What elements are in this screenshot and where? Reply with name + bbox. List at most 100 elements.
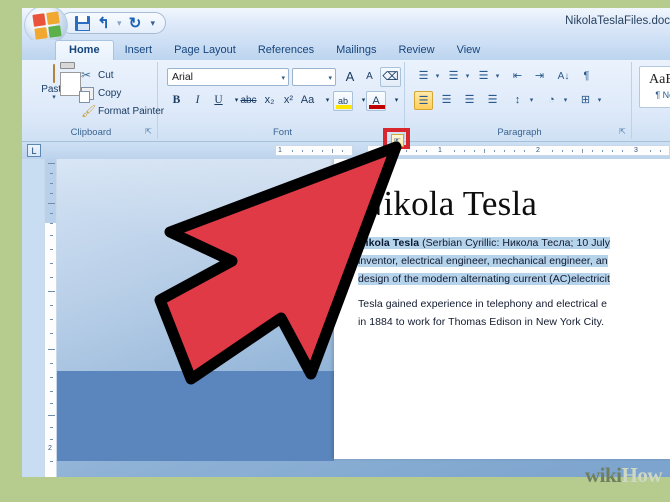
ruler-page-section[interactable]: 1 2 3 <box>367 145 670 156</box>
customize-qat-caret[interactable]: ▾ <box>151 18 156 29</box>
ribbon-group-styles: AaBbC ¶ Norm <box>635 62 670 139</box>
shading-caret[interactable]: ▾ <box>561 91 570 110</box>
cut-button[interactable]: ✂ Cut <box>81 69 114 82</box>
font-name-caret[interactable]: ▾ <box>281 74 285 82</box>
word-application-window: ↰ ▾ ↻ ▾ NikolaTeslaFiles.doc Home Insert… <box>22 8 670 477</box>
document-workspace[interactable]: Nikola Tesla Nikola Tesla (Serbian Cyril… <box>57 159 670 477</box>
font-color-bar <box>369 105 385 109</box>
document-paragraph-2-line1-row[interactable]: Tesla gained experience in telephony and… <box>358 296 670 312</box>
show-formatting-marks-button[interactable]: ¶ <box>577 67 596 86</box>
tab-page-layout[interactable]: Page Layout <box>163 41 247 60</box>
numbering-caret[interactable]: ▾ <box>463 67 472 86</box>
watermark-wiki: wiki <box>584 463 622 487</box>
align-center-button[interactable]: ☰ <box>437 91 456 110</box>
paragraph-1-line-2: inventor, electrical engineer, mechanica… <box>358 255 608 267</box>
style-normal-preview[interactable]: AaBbC ¶ Norm <box>639 66 670 108</box>
paragraph-2-line-2: in 1884 to work for Thomas Edison in New… <box>358 316 605 328</box>
align-left-button[interactable]: ☰ <box>414 91 433 110</box>
scissors-icon: ✂ <box>81 68 92 82</box>
paragraph-1-line-1: (Serbian Cyrillic: Никола Тесла; 10 July <box>419 237 611 249</box>
tab-stop-selector[interactable]: L <box>27 144 41 157</box>
line-spacing-button[interactable]: ↕ <box>508 91 527 110</box>
font-dialog-launcher-highlight-box: ⇱ <box>383 128 410 149</box>
clipboard-group-label: Clipboard <box>70 127 112 138</box>
decrease-indent-button[interactable]: ⇤ <box>508 67 527 86</box>
copy-icon <box>79 87 94 103</box>
multilevel-caret[interactable]: ▾ <box>493 67 502 86</box>
document-page[interactable]: Nikola Tesla Nikola Tesla (Serbian Cyril… <box>334 159 670 459</box>
undo-icon[interactable]: ↰ <box>96 16 111 31</box>
tab-insert[interactable]: Insert <box>114 41 164 60</box>
copy-button[interactable]: Copy <box>79 87 122 103</box>
vertical-ruler[interactable]: 2 <box>44 159 57 477</box>
clipboard-dialog-launcher[interactable]: ⇱ <box>143 126 154 137</box>
bullets-caret[interactable]: ▾ <box>433 67 442 86</box>
tab-view[interactable]: View <box>446 41 492 60</box>
style-sample-text: AaBbC <box>649 72 670 87</box>
sort-button[interactable]: A↓ <box>554 67 573 86</box>
borders-caret[interactable]: ▾ <box>595 91 604 110</box>
ribbon: Paste ▾ ✂ Cut Copy 🖌 Format Painter Clip… <box>22 60 670 142</box>
font-size-combobox[interactable]: ▾ <box>292 68 336 86</box>
font-color-button[interactable]: A <box>366 91 386 111</box>
italic-button[interactable]: I <box>188 91 207 110</box>
tab-home[interactable]: Home <box>55 40 114 61</box>
underline-button[interactable]: U <box>209 91 228 110</box>
line-spacing-caret[interactable]: ▾ <box>527 91 536 110</box>
superscript-button[interactable]: x² <box>279 91 298 110</box>
copy-label: Copy <box>98 88 122 99</box>
change-case-button[interactable]: Aa <box>298 91 317 110</box>
horizontal-ruler[interactable]: L 1 1 2 3 <box>22 142 670 159</box>
redo-icon[interactable]: ↻ <box>128 16 143 31</box>
selection-gutter-highlight <box>57 371 334 461</box>
font-size-caret[interactable]: ▾ <box>328 74 332 82</box>
borders-button[interactable]: ⊞ <box>576 91 595 110</box>
document-heading: Nikola Tesla <box>358 184 538 223</box>
paste-button[interactable]: Paste ▾ <box>33 64 75 119</box>
ruler-number-1-left: 1 <box>278 147 282 154</box>
quick-access-toolbar: ↰ ▾ ↻ ▾ <box>60 12 167 34</box>
numbering-button[interactable]: ☰ <box>444 67 463 86</box>
font-dialog-launcher[interactable]: ⇱ <box>391 134 404 147</box>
paste-icon <box>53 64 55 83</box>
format-painter-icon: 🖌 <box>81 104 97 118</box>
bold-button[interactable]: B <box>167 91 186 110</box>
ruler-number-2: 2 <box>536 147 540 154</box>
shading-button[interactable]: ◔ <box>542 91 561 110</box>
tab-mailings[interactable]: Mailings <box>325 41 387 60</box>
ribbon-tab-strip: Home Insert Page Layout References Maili… <box>22 40 670 61</box>
clear-formatting-button[interactable]: ⌫ <box>380 67 401 87</box>
document-paragraph-1-line2-row[interactable]: inventor, electrical engineer, mechanica… <box>358 253 670 269</box>
ruler-number-1: 1 <box>438 147 442 154</box>
bullets-button[interactable]: ☰ <box>414 67 433 86</box>
format-painter-button[interactable]: 🖌 Format Painter <box>81 105 164 118</box>
document-paragraph-1-line3-row[interactable]: design of the modern alternating current… <box>358 271 670 287</box>
tab-review[interactable]: Review <box>387 41 445 60</box>
save-icon[interactable] <box>75 15 90 31</box>
subscript-button[interactable]: x₂ <box>260 91 279 110</box>
font-name-combobox[interactable]: Arial ▾ <box>167 68 289 86</box>
ribbon-group-clipboard: Paste ▾ ✂ Cut Copy 🖌 Format Painter Clip… <box>25 62 164 139</box>
paragraph-2-line-1: Tesla gained experience in telephony and… <box>358 298 607 310</box>
align-right-button[interactable]: ☰ <box>460 91 479 110</box>
undo-dropdown-caret[interactable]: ▾ <box>117 18 122 29</box>
ribbon-group-font: Arial ▾ ▾ A A ⌫ B I U ▾ abc x₂ x² Aa ▾ a… <box>161 62 405 139</box>
strikethrough-button[interactable]: abc <box>239 91 258 110</box>
shrink-font-button[interactable]: A <box>360 67 379 86</box>
multilevel-list-button[interactable]: ☰ <box>474 67 493 86</box>
wikihow-watermark: wikiHow <box>584 463 663 488</box>
ruler-indent-section[interactable]: 1 <box>275 145 353 156</box>
tab-references[interactable]: References <box>247 41 325 60</box>
paragraph-dialog-launcher[interactable]: ⇱ <box>617 126 628 137</box>
increase-indent-button[interactable]: ⇥ <box>530 67 549 86</box>
cut-label: Cut <box>98 70 114 81</box>
text-highlight-button[interactable]: ab <box>333 91 353 111</box>
document-paragraph-1[interactable]: Nikola Tesla (Serbian Cyrillic: Никола Т… <box>358 235 670 251</box>
justify-button[interactable]: ☰ <box>483 91 502 110</box>
format-painter-label: Format Painter <box>98 106 165 117</box>
grow-font-button[interactable]: A <box>340 67 360 86</box>
ribbon-group-paragraph: ☰ ▾ ☰ ▾ ☰ ▾ ⇤ ⇥ A↓ ¶ ☰ ☰ ☰ ☰ ↕ ▾ ◔ ▾ ⊞ ▾… <box>408 62 632 139</box>
highlight-color-bar <box>336 105 352 109</box>
font-color-caret[interactable]: ▾ <box>387 91 406 110</box>
document-paragraph-2-line2-row[interactable]: in 1884 to work for Thomas Edison in New… <box>358 314 670 330</box>
